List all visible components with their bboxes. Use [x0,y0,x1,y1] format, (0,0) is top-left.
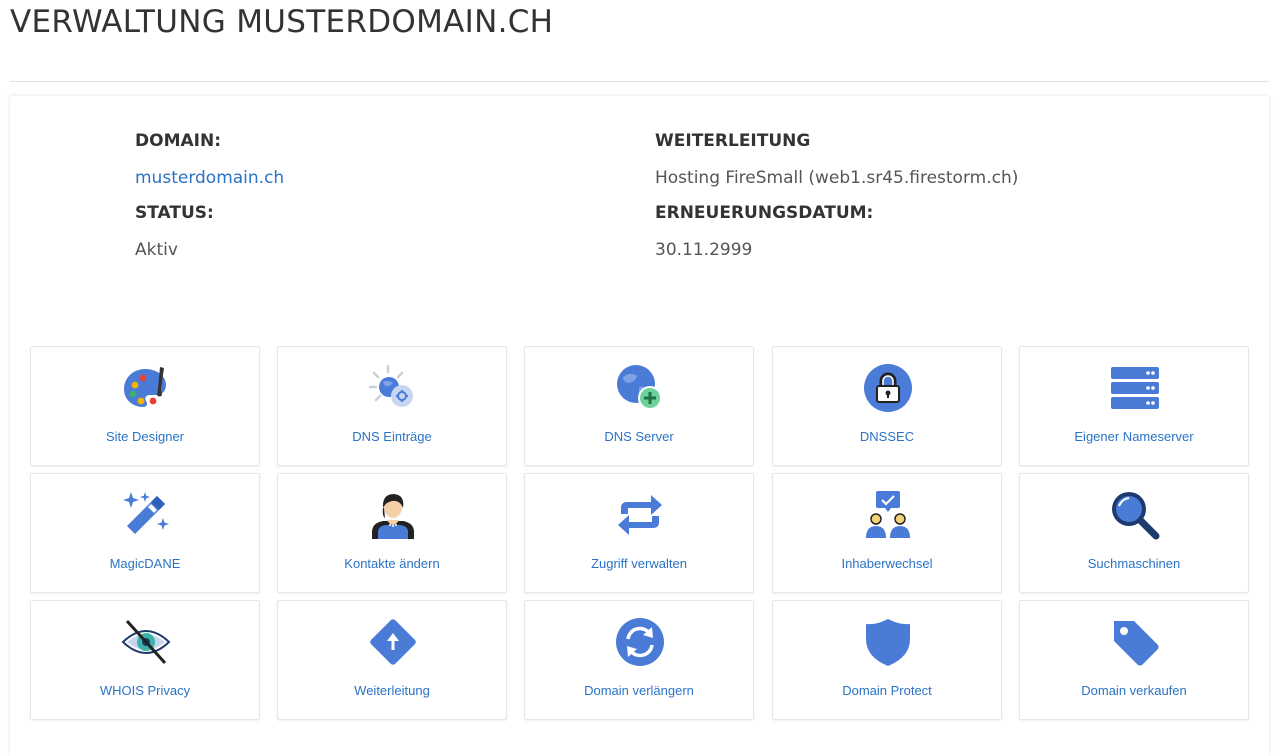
server-icon [1110,363,1160,413]
tile-label: Site Designer [105,429,185,444]
tile-zugriff-verwalten[interactable]: Zugriff verwalten [524,473,754,593]
swap-arrows-icon [615,490,665,540]
tile-label: Domain verkaufen [1081,683,1187,698]
renewal-value: 30.11.2999 [655,240,753,260]
tag-icon [1110,617,1160,667]
tile-label: Domain Protect [842,683,932,698]
renew-icon [615,617,665,667]
tile-dns-eintraege[interactable]: DNS Einträge [277,346,507,466]
magic-wand-icon [121,490,171,540]
tile-suchmaschinen[interactable]: Suchmaschinen [1019,473,1249,593]
renewal-label: ERNEUERUNGSDATUM: [655,203,874,223]
tile-label: DNSSEC [859,429,915,444]
tile-label: Weiterleitung [354,683,430,698]
owners-icon [863,490,913,540]
tile-dnssec[interactable]: DNSSEC [772,346,1002,466]
tile-label: WHOIS Privacy [99,683,191,698]
tile-label: MagicDANE [109,556,181,571]
domain-link[interactable]: musterdomain.ch [135,168,284,188]
globe-gear-icon [368,363,418,413]
lock-icon [863,363,913,413]
tile-label: DNS Einträge [352,429,432,444]
forward-value: Hosting FireSmall (web1.sr45.firestorm.c… [655,168,1019,188]
tile-eigener-nameserver[interactable]: Eigener Nameserver [1019,346,1249,466]
forward-label: WEITERLEITUNG [655,131,811,151]
tile-magicdane[interactable]: MagicDANE [30,473,260,593]
palette-icon [121,363,171,413]
magnifier-icon [1110,490,1160,540]
tile-label: Zugriff verwalten [591,556,687,571]
status-label: STATUS: [135,203,214,223]
tile-label: Domain verlängern [584,683,694,698]
domain-label: DOMAIN: [135,131,221,151]
tile-dns-server[interactable]: DNS Server [524,346,754,466]
tile-domain-protect[interactable]: Domain Protect [772,600,1002,720]
tile-site-designer[interactable]: Site Designer [30,346,260,466]
tile-inhaberwechsel[interactable]: Inhaberwechsel [772,473,1002,593]
tile-label: Inhaberwechsel [841,556,933,571]
status-value: Aktiv [135,240,178,260]
tile-kontakte-aendern[interactable]: Kontakte ändern [277,473,507,593]
tile-domain-verkaufen[interactable]: Domain verkaufen [1019,600,1249,720]
domain-value[interactable]: musterdomain.ch [135,168,284,188]
tile-weiterleitung[interactable]: Weiterleitung [277,600,507,720]
eye-slash-icon [121,617,171,667]
shield-icon [863,617,913,667]
tile-label: Kontakte ändern [344,556,440,571]
tile-label: Eigener Nameserver [1074,429,1194,444]
tile-whois-privacy[interactable]: WHOIS Privacy [30,600,260,720]
globe-plus-icon [615,363,665,413]
tile-label: Suchmaschinen [1087,556,1181,571]
tile-label: DNS Server [604,429,674,444]
tile-domain-verlaengern[interactable]: Domain verlängern [524,600,754,720]
person-icon [368,490,418,540]
title-divider [10,81,1269,82]
page-title: VERWALTUNG MUSTERDOMAIN.CH [10,4,554,40]
direction-sign-icon [368,617,418,667]
